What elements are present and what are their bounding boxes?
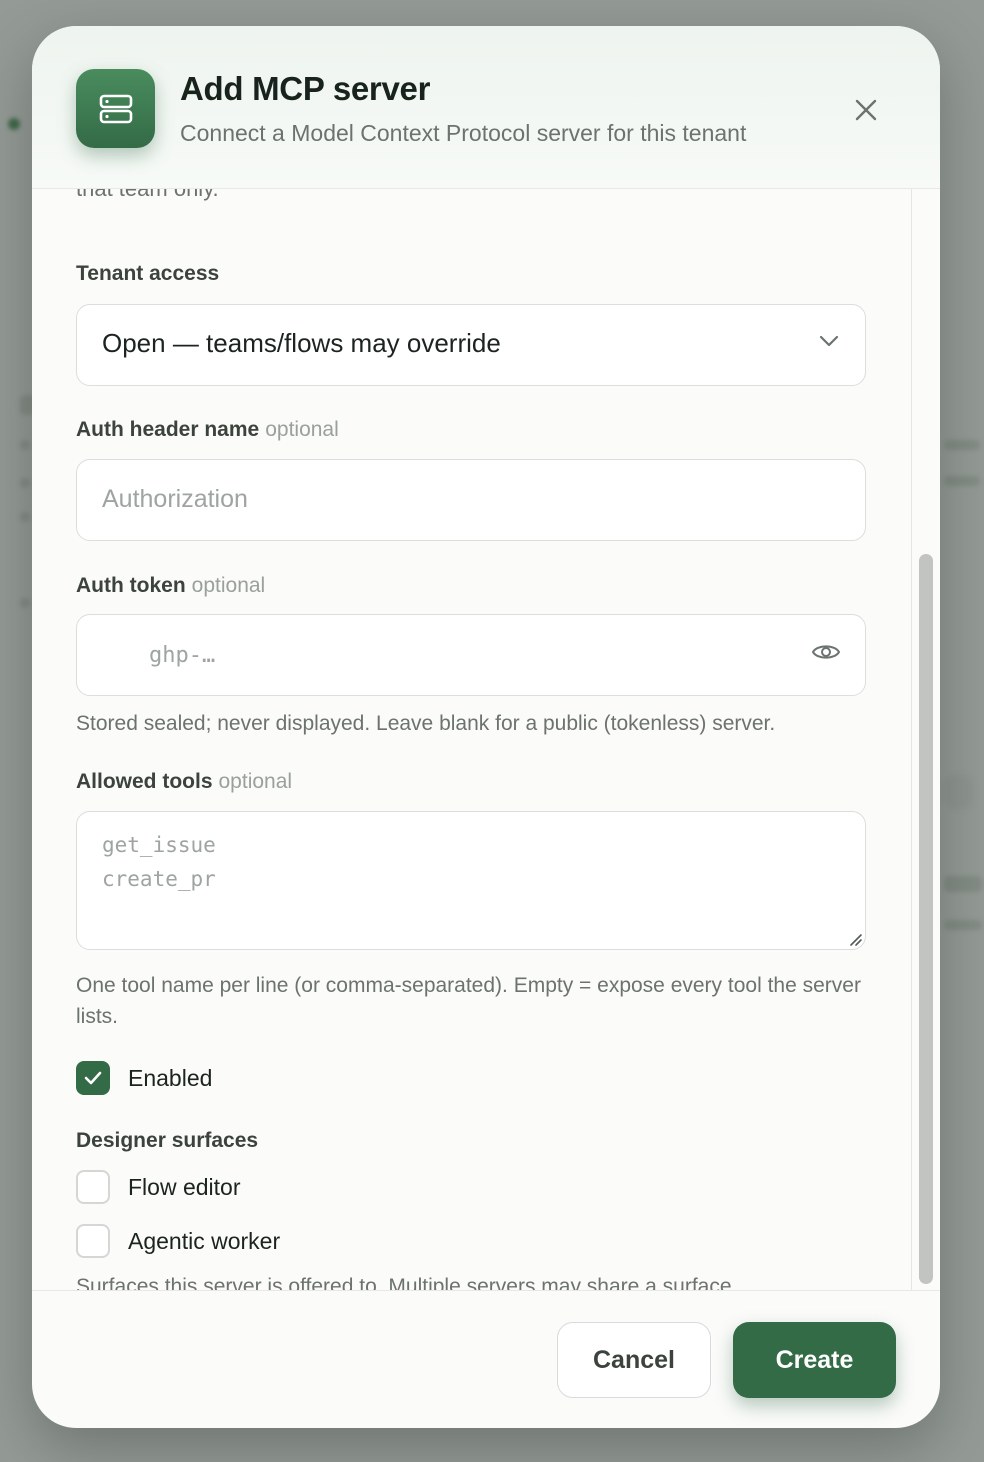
create-button[interactable]: Create: [733, 1322, 896, 1398]
eye-icon: [812, 645, 840, 659]
show-token-button[interactable]: [811, 641, 841, 668]
allowed-tools-placeholder-line: create_pr: [102, 867, 216, 891]
allowed-tools-label: Allowed tools optional: [76, 770, 293, 793]
flow-editor-checkbox-row[interactable]: Flow editor: [76, 1169, 240, 1205]
designer-surfaces-help: Surfaces this server is offered to. Mult…: [76, 1275, 738, 1291]
add-mcp-server-dialog: Add MCP server Connect a Model Context P…: [32, 26, 940, 1428]
allowed-tools-textarea[interactable]: get_issue create_pr: [76, 811, 866, 950]
auth-token-help: Stored sealed; never displayed. Leave bl…: [76, 712, 776, 735]
tenant-access-select[interactable]: Open — teams/flows may override: [76, 304, 866, 386]
auth-header-input[interactable]: Authorization: [76, 459, 866, 541]
flow-editor-checkbox[interactable]: [76, 1170, 110, 1204]
agentic-worker-checkbox[interactable]: [76, 1224, 110, 1258]
tenant-access-label: Tenant access: [76, 262, 220, 285]
scrollbar-track: [911, 188, 912, 1290]
enabled-label: Enabled: [128, 1064, 213, 1091]
auth-token-placeholder: ghp-…: [149, 643, 216, 668]
enabled-checkbox-row[interactable]: Enabled: [76, 1060, 212, 1096]
allowed-tools-placeholder-line: get_issue: [102, 833, 216, 857]
optional-tag: optional: [218, 770, 293, 793]
dialog-footer: Cancel Create: [32, 1291, 940, 1428]
auth-token-input[interactable]: ghp-…: [76, 614, 866, 696]
auth-header-placeholder: Authorization: [102, 485, 248, 513]
dialog-title: Add MCP server: [180, 70, 431, 107]
optional-tag: optional: [265, 418, 339, 441]
dialog-body[interactable]: that team only. Tenant access Open — tea…: [32, 188, 940, 1291]
allowed-tools-help: One tool name per line (or comma-separat…: [76, 974, 861, 1028]
scrollbar-thumb[interactable]: [919, 554, 933, 1284]
designer-surfaces-label: Designer surfaces: [76, 1129, 259, 1152]
enabled-checkbox[interactable]: [76, 1061, 110, 1095]
dialog-header: Add MCP server Connect a Model Context P…: [32, 26, 940, 189]
dialog-subtitle: Connect a Model Context Protocol server …: [180, 120, 747, 146]
auth-header-label: Auth header name optional: [76, 418, 339, 441]
agentic-worker-label: Agentic worker: [128, 1227, 281, 1254]
resize-handle-icon[interactable]: [847, 931, 863, 947]
chevron-down-icon: [819, 335, 839, 347]
close-button[interactable]: [848, 92, 884, 128]
auth-token-label: Auth token optional: [76, 574, 266, 597]
close-icon: [855, 99, 877, 121]
cancel-button[interactable]: Cancel: [557, 1322, 711, 1398]
server-icon: [76, 69, 155, 148]
clipped-help-text: that team only.: [76, 188, 219, 201]
checkmark-icon: [84, 1071, 102, 1085]
flow-editor-label: Flow editor: [128, 1173, 241, 1200]
agentic-worker-checkbox-row[interactable]: Agentic worker: [76, 1223, 280, 1259]
tenant-access-value: Open — teams/flows may override: [102, 328, 501, 358]
optional-tag: optional: [191, 574, 266, 597]
